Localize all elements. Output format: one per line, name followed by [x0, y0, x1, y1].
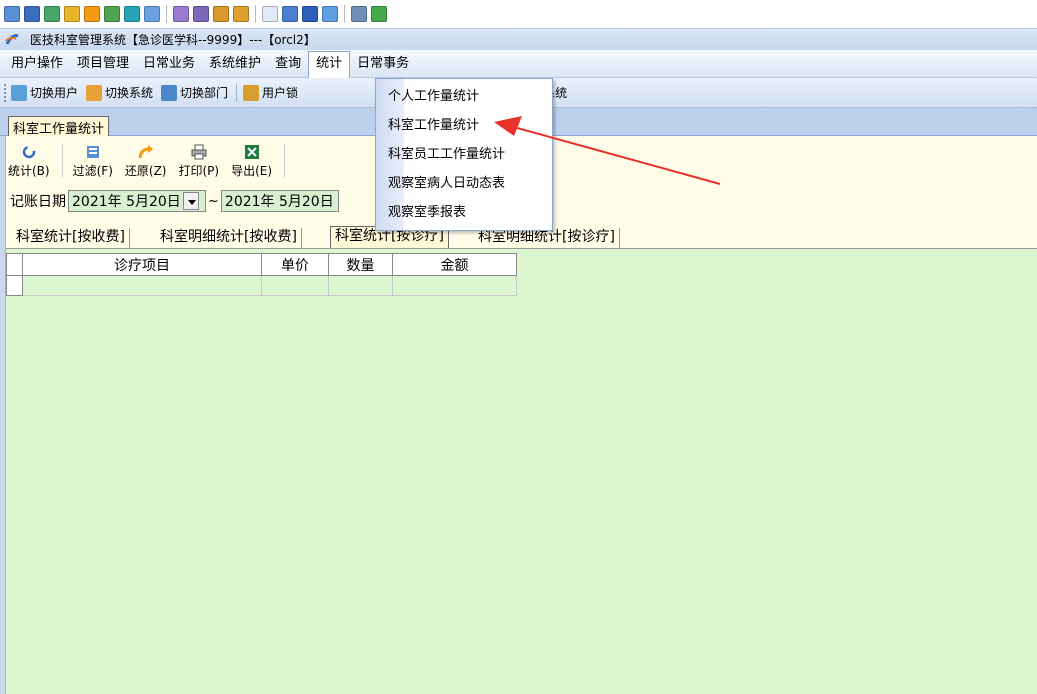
menu-query[interactable]: 查询: [268, 52, 308, 76]
grid-corner[interactable]: [6, 253, 23, 276]
tools-icon[interactable]: [104, 6, 120, 22]
switch-user-button[interactable]: 切换用户: [11, 84, 78, 101]
statistics-dropdown-menu: 个人工作量统计 科室工作量统计 科室员工工作量统计 观察室病人日动态表 观察室季…: [375, 78, 553, 231]
grid-cell[interactable]: [328, 275, 393, 296]
table-row[interactable]: [6, 275, 517, 296]
date-from-value: 2021年 5月20日: [72, 194, 181, 210]
grid-cell[interactable]: [392, 275, 517, 296]
col-unit-price[interactable]: 单价: [261, 253, 329, 276]
save-icon[interactable]: [213, 6, 229, 22]
monitor-icon[interactable]: [322, 6, 338, 22]
department-icon: [161, 84, 178, 101]
toolbar-grip[interactable]: [4, 83, 7, 102]
date-from-picker[interactable]: 2021年 5月20日: [68, 190, 206, 212]
display-icon[interactable]: [302, 6, 318, 22]
menu-daily-affairs[interactable]: 日常事务: [350, 52, 416, 76]
window-title: 医技科室管理系统【急诊医学科--9999】---【orcl2】: [30, 33, 316, 47]
stat-label: 统计(B): [8, 164, 50, 178]
terminal-icon[interactable]: [44, 6, 60, 22]
clock-icon[interactable]: [84, 6, 100, 22]
filter-button[interactable]: 过滤(F): [73, 140, 113, 179]
user-lock-label: 用户锁: [262, 86, 299, 100]
switch-user-label: 切换用户: [30, 86, 79, 100]
menu-system-maintenance[interactable]: 系统维护: [202, 52, 268, 76]
message-icon[interactable]: [144, 6, 160, 22]
app-icon-1[interactable]: [4, 6, 20, 22]
date-range-separator: ~: [208, 193, 219, 209]
tab-dept-workload[interactable]: 科室工作量统计: [8, 116, 110, 137]
switch-dept-label: 切换部门: [180, 86, 229, 100]
user-lock-button[interactable]: 用户锁: [243, 84, 298, 101]
refresh-icon: [22, 145, 36, 159]
tab-dept-stat-by-charge[interactable]: 科室统计[按收费]: [12, 228, 130, 248]
printer-icon: [191, 144, 207, 160]
user-up-icon[interactable]: [173, 6, 189, 22]
users-icon: [11, 84, 27, 101]
menu-statistics[interactable]: 统计: [308, 50, 351, 78]
export-label: 导出(E): [231, 164, 273, 178]
transfer-icon[interactable]: [64, 6, 80, 22]
date-to-picker[interactable]: 2021年 5月20日: [220, 190, 339, 212]
window-title-bar: 医技科室管理系统【急诊医学科--9999】---【orcl2】: [0, 28, 1037, 50]
app-icon-2[interactable]: [24, 6, 40, 22]
menu-item-dept-workload[interactable]: 科室工作量统计: [388, 113, 479, 139]
separator: [255, 5, 256, 23]
menu-item-observation-quarterly[interactable]: 观察室季报表: [388, 200, 466, 226]
posting-date-label: 记账日期: [10, 194, 66, 210]
menu-item-personal-workload[interactable]: 个人工作量统计: [388, 84, 479, 110]
col-treatment-item[interactable]: 诊疗项目: [22, 253, 262, 276]
switch-dept-button[interactable]: 切换部门: [161, 84, 228, 101]
user-lock-icon: [243, 84, 260, 101]
screen-icon[interactable]: [282, 6, 298, 22]
menu-daily-business[interactable]: 日常业务: [136, 52, 202, 76]
grid-cell[interactable]: [261, 275, 329, 296]
menu-bar: 用户操作 项目管理 日常业务 系统维护 查询 统计 日常事务: [0, 50, 1037, 78]
row-selector[interactable]: [6, 275, 23, 296]
print-label: 打印(P): [178, 164, 220, 178]
col-quantity[interactable]: 数量: [328, 253, 393, 276]
grid-cell[interactable]: [22, 275, 262, 296]
wrench-icon[interactable]: [371, 6, 387, 22]
menu-project-mgmt[interactable]: 项目管理: [70, 52, 136, 76]
system-icon: [86, 84, 103, 101]
col-amount[interactable]: 金额: [392, 253, 517, 276]
filter-label: 过滤(F): [72, 164, 113, 178]
chevron-down-icon[interactable]: [182, 192, 199, 210]
quick-launch-bar: [0, 0, 1037, 28]
window-icon[interactable]: [262, 6, 278, 22]
grid-header-row: 诊疗项目 单价 数量 金额: [6, 253, 517, 276]
menu-item-observation-daily[interactable]: 观察室病人日动态表: [388, 171, 505, 197]
phone-icon[interactable]: [124, 6, 140, 22]
switch-system-button[interactable]: 切换系统: [86, 84, 153, 101]
date-to-value: 2021年 5月20日: [224, 194, 334, 210]
separator: [61, 144, 63, 178]
data-grid: 诊疗项目 单价 数量 金额: [6, 253, 517, 296]
data-grid-area: 诊疗项目 单价 数量 金额: [6, 248, 1037, 694]
export-button[interactable]: 导出(E): [231, 140, 272, 179]
redo-icon: [138, 145, 153, 159]
restore-label: 还原(Z): [124, 164, 167, 178]
menu-item-dept-staff-workload[interactable]: 科室员工工作量统计: [388, 142, 505, 168]
menu-user-ops[interactable]: 用户操作: [4, 52, 70, 76]
tab-dept-detail-by-treatment[interactable]: 科室明细统计[按诊疗]: [474, 228, 620, 248]
restore-button[interactable]: 还原(Z): [124, 140, 167, 179]
switch-system-label: 切换系统: [105, 86, 154, 100]
lock-icon[interactable]: [233, 6, 249, 22]
separator: [236, 83, 238, 102]
excel-icon: [244, 145, 259, 159]
separator: [284, 144, 286, 178]
filter-icon: [86, 146, 99, 158]
users-icon[interactable]: [193, 6, 209, 22]
app-logo-icon: [5, 33, 19, 45]
tab-dept-detail-by-charge[interactable]: 科室明细统计[按收费]: [156, 228, 302, 248]
copy-icon[interactable]: [351, 6, 367, 22]
print-button[interactable]: 打印(P): [178, 140, 219, 179]
separator: [166, 5, 167, 23]
separator: [344, 5, 345, 23]
stat-button[interactable]: 统计(B): [8, 140, 50, 179]
